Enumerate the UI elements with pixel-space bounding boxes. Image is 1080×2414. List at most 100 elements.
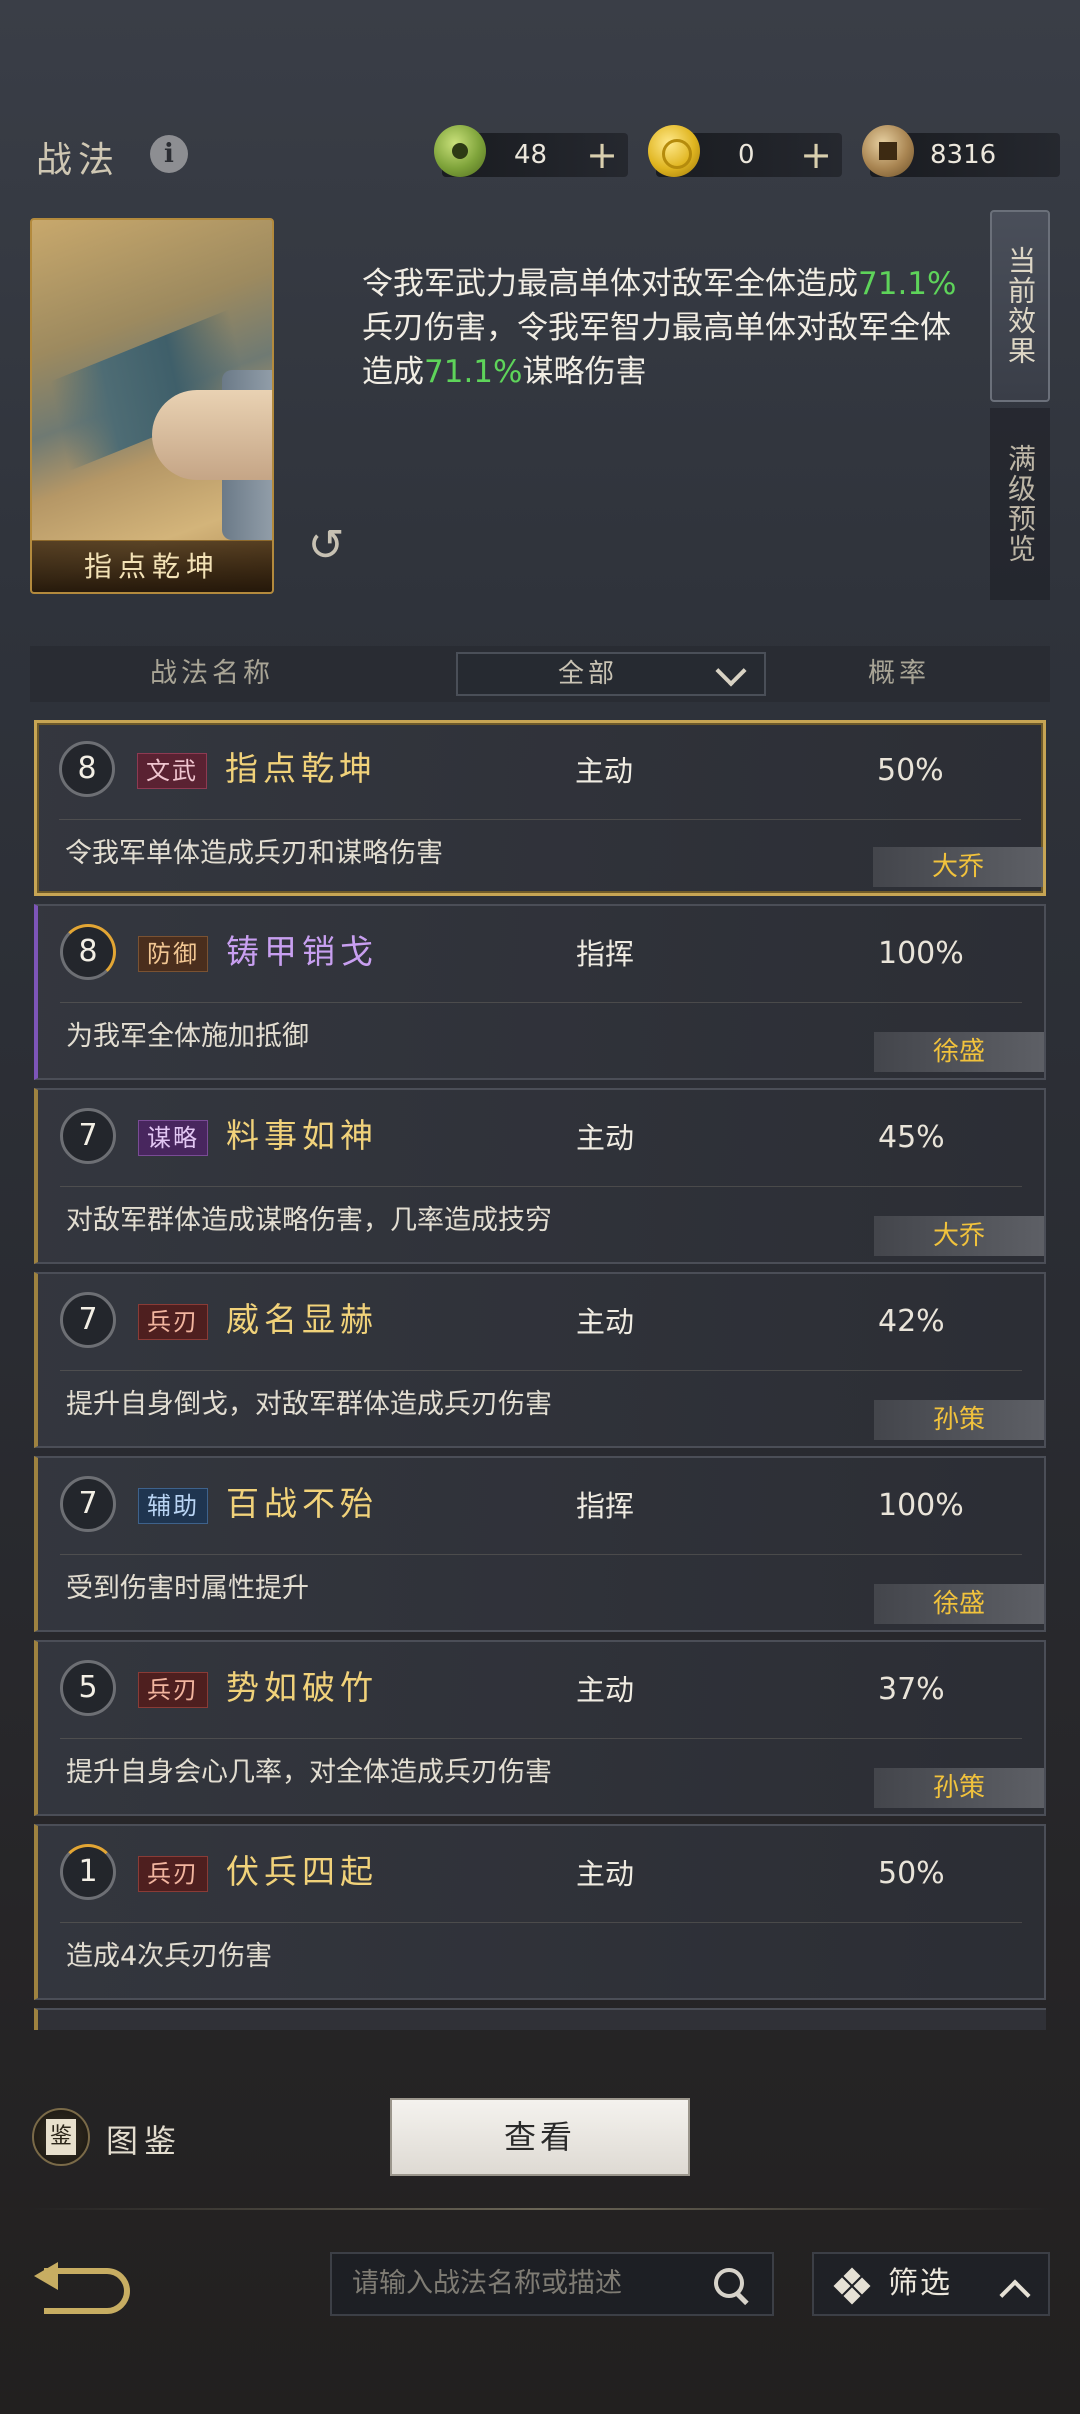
view-button[interactable]: 查看 [390,2098,690,2176]
card-art-hand [152,390,272,480]
effect-tabs: 当前效果 满级预览 [990,210,1050,600]
search-input[interactable]: 请输入战法名称或描述 [330,2252,774,2316]
skill-row[interactable]: 7 辅助 百战不殆 指挥 100% 受到伤害时属性提升 徐盛 [34,1456,1046,1632]
skill-owner: 徐盛 [874,1584,1044,1624]
skill-level: 7 [60,1108,116,1164]
skill-rate: 50% [878,1856,945,1891]
search-icon[interactable] [712,2266,752,2306]
desc-part: 谋略伤害 [522,354,647,390]
skill-type: 指挥 [576,937,635,971]
skill-name: 势如破竹 [226,1668,378,1707]
card-name: 指点乾坤 [32,540,272,592]
row-divider [60,1922,1022,1923]
skill-rate: 42% [878,1304,945,1339]
skill-type: 主动 [576,1673,635,1707]
desc-part: 令我军武力最高单体对敌军全体造成 [362,266,858,302]
skill-type: 主动 [576,1305,635,1339]
tab-current-effect[interactable]: 当前效果 [990,210,1050,402]
codex-label: 图鉴 [106,2122,183,2160]
skill-row[interactable]: 5 兵刃 势如破竹 主动 37% 提升自身会心几率，对全体造成兵刃伤害 孙策 [34,1640,1046,1816]
info-icon[interactable]: i [150,135,188,173]
skill-description: 受到伤害时属性提升 [66,1573,309,1604]
skill-rate: 50% [877,753,944,788]
currency-copper: 8316 [862,125,1060,177]
skill-name: 伏兵四起 [226,1852,378,1891]
row-divider [60,1554,1022,1555]
top-bar: 战法 i 48 + 0 + 8316 [0,115,1080,195]
codex-icon [32,2108,90,2166]
skill-category-tag: 谋略 [138,1120,208,1156]
row-divider [60,1186,1022,1187]
skill-level: 7 [60,1476,116,1532]
page-title: 战法 [36,140,121,181]
filter-button[interactable]: 筛选 [812,2252,1050,2316]
skill-row[interactable]: 7 谋略 料事如神 主动 45% 对敌军群体造成谋略伤害，几率造成技穷 大乔 [34,1088,1046,1264]
skill-owner: 大乔 [873,847,1043,887]
skill-row[interactable]: 1 兵刃 伏兵四起 主动 50% 造成4次兵刃伤害 [34,1824,1046,2000]
skill-category-tag: 文武 [137,753,207,789]
gold-coin-icon [648,125,700,177]
back-icon[interactable] [30,2262,130,2314]
skill-description: 为我军全体施加抵御 [66,1021,309,1052]
skill-rate: 100% [878,1488,964,1523]
skill-name: 威名显赫 [226,1300,378,1339]
refresh-icon[interactable]: ↺ [302,522,350,570]
jade-value: 48 [514,140,548,170]
currency-gold: 0 + [648,125,842,177]
skill-description: 提升自身倒戈，对敌军群体造成兵刃伤害 [66,1389,552,1420]
skill-row-partial[interactable] [34,2008,1046,2030]
skill-rate: 37% [878,1672,945,1707]
row-divider [60,1738,1022,1739]
filter-icon [833,2267,871,2305]
list-header: 战法名称 全部 概率 [30,646,1050,702]
skill-rate: 45% [878,1120,945,1155]
skill-row[interactable]: 8 防御 铸甲销戈 指挥 100% 为我军全体施加抵御 徐盛 [34,904,1046,1080]
type-filter-value: 全部 [558,659,619,689]
skill-type: 指挥 [576,1489,635,1523]
column-rate: 概率 [868,658,930,689]
skill-type: 主动 [576,1121,635,1155]
skill-owner: 孙策 [874,1400,1044,1440]
skill-owner: 大乔 [874,1216,1044,1256]
jade-coin-icon [434,125,486,177]
skill-name: 百战不殆 [226,1484,378,1523]
skill-card[interactable]: 指点乾坤 [30,218,274,594]
skill-owner: 孙策 [874,1768,1044,1808]
add-gold-button[interactable]: + [800,135,832,175]
divider [30,2208,1050,2210]
skill-level: 1 [60,1844,116,1900]
gold-value: 0 [738,140,755,170]
add-jade-button[interactable]: + [586,135,618,175]
skill-category-tag: 兵刃 [138,1304,208,1340]
row-divider [60,1370,1022,1371]
chevron-up-icon [998,2274,1028,2298]
skill-rate: 100% [878,936,964,971]
skill-description: 提升自身会心几率，对全体造成兵刃伤害 [66,1757,552,1788]
skill-type: 主动 [576,1857,635,1891]
skill-category-tag: 兵刃 [138,1672,208,1708]
skill-effect-description: 令我军武力最高单体对敌军全体造成71.1%兵刃伤害，令我军智力最高单体对敌军全体… [362,262,962,394]
currency-jade: 48 + [434,125,628,177]
type-filter-dropdown[interactable]: 全部 [456,652,766,696]
filter-label: 筛选 [888,2266,952,2301]
skill-description: 造成4次兵刃伤害 [66,1941,273,1972]
desc-value-highlight: 71.1% [424,354,523,390]
skill-category-tag: 兵刃 [138,1856,208,1892]
skill-name: 铸甲销戈 [226,932,378,971]
skill-name: 料事如神 [226,1116,378,1155]
skill-level: 5 [60,1660,116,1716]
skill-category-tag: 辅助 [138,1488,208,1524]
skill-description: 令我军单体造成兵刃和谋略伤害 [65,838,443,869]
skill-level: 7 [60,1292,116,1348]
row-divider [59,819,1021,820]
copper-coin-icon [862,125,914,177]
skill-owner: 徐盛 [874,1032,1044,1072]
tab-max-level-preview[interactable]: 满级预览 [990,408,1050,600]
skill-category-tag: 防御 [138,936,208,972]
skill-row[interactable]: 7 兵刃 威名显赫 主动 42% 提升自身倒戈，对敌军群体造成兵刃伤害 孙策 [34,1272,1046,1448]
copper-value: 8316 [930,140,997,170]
column-skill-name: 战法名称 [150,658,274,689]
skill-description: 对敌军群体造成谋略伤害，几率造成技穷 [66,1205,552,1236]
desc-value-highlight: 71.1% [858,266,957,302]
skill-row[interactable]: 8 文武 指点乾坤 主动 50% 令我军单体造成兵刃和谋略伤害 大乔 [34,720,1046,896]
